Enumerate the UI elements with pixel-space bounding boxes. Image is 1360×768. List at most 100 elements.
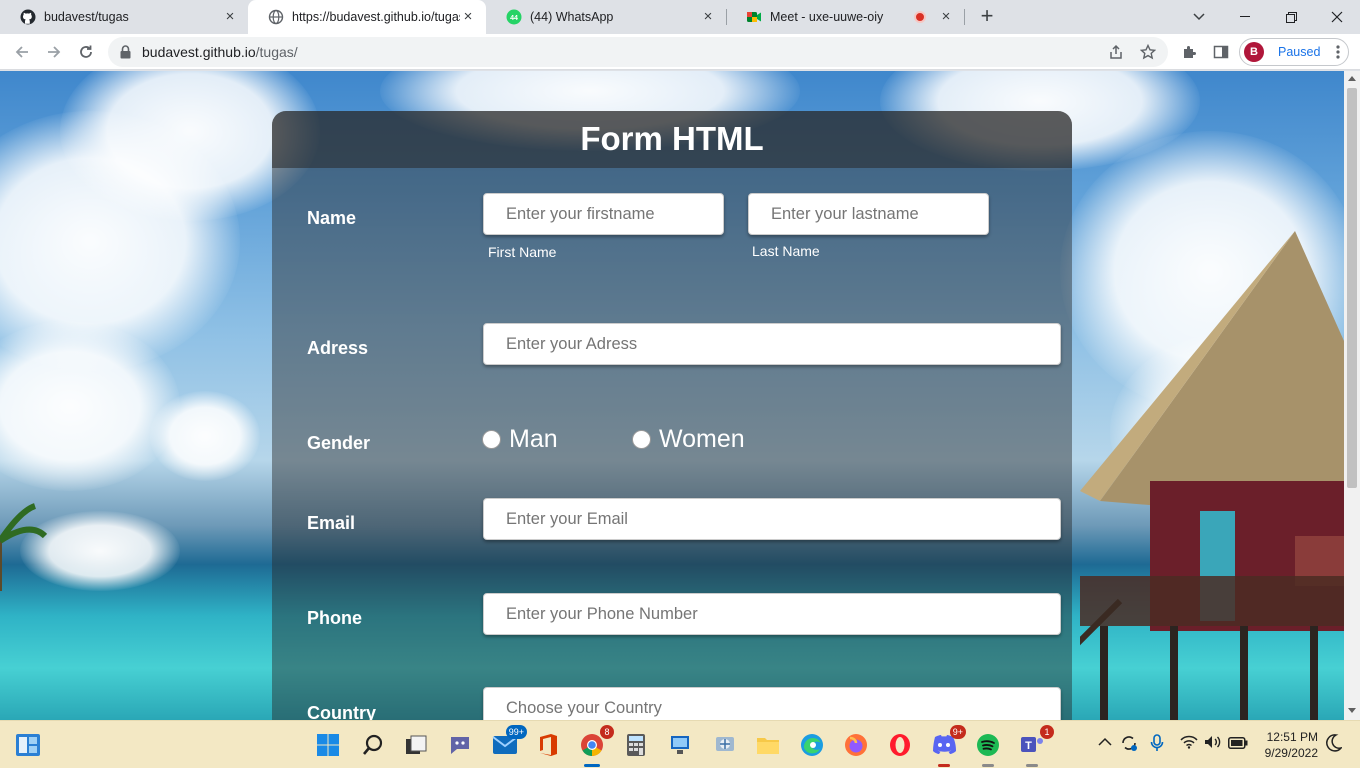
opera-icon[interactable] <box>884 729 916 761</box>
running-indicator <box>1026 764 1038 767</box>
office-icon[interactable] <box>532 729 564 761</box>
close-icon[interactable]: × <box>700 9 716 25</box>
back-arrow-icon[interactable] <box>10 40 34 64</box>
system-clock[interactable]: 12:51 PM 9/29/2022 <box>1252 729 1318 761</box>
tab-meet[interactable]: Meet - uxe-uuwe-oiy × <box>726 0 964 34</box>
tab-title: (44) WhatsApp <box>530 10 614 24</box>
tab-separator <box>964 9 965 25</box>
close-icon[interactable]: × <box>460 9 476 25</box>
restore-icon[interactable] <box>1268 0 1314 34</box>
radio-circle[interactable] <box>482 430 501 449</box>
phone-input[interactable] <box>483 593 1061 635</box>
file-explorer-icon[interactable] <box>752 729 784 761</box>
running-indicator <box>584 764 600 767</box>
palm-tree-image <box>0 503 48 591</box>
gender-radio-man[interactable]: Man <box>482 425 558 454</box>
country-label: Country <box>307 703 376 720</box>
extensions-puzzle-icon[interactable] <box>1178 41 1200 63</box>
svg-text:T: T <box>1025 740 1032 752</box>
close-icon[interactable]: × <box>222 9 238 25</box>
battery-icon[interactable] <box>1228 736 1248 752</box>
beach-hut-image <box>1080 231 1344 720</box>
control-panel-icon[interactable] <box>709 729 741 761</box>
radio-label: Women <box>659 425 745 453</box>
firstname-sublabel: First Name <box>488 244 557 260</box>
lastname-sublabel: Last Name <box>752 243 820 259</box>
chrome-badge: 8 <box>600 725 614 739</box>
discord-icon[interactable]: 9+ <box>928 725 966 767</box>
widgets-icon[interactable] <box>12 729 44 761</box>
address-bar[interactable]: budavest.github.io/tugas/ <box>108 37 1168 67</box>
country-input[interactable] <box>483 687 1061 720</box>
meet-icon <box>746 9 762 25</box>
forward-arrow-icon[interactable] <box>42 40 66 64</box>
close-icon[interactable]: × <box>938 9 954 25</box>
teams-icon[interactable]: T 1 <box>1016 725 1054 767</box>
volume-icon[interactable] <box>1204 735 1222 752</box>
tab-active-page[interactable]: https://budavest.github.io/tugas/ × <box>248 0 486 34</box>
page-viewport: Form HTML Name First Name Last Name Adre… <box>0 71 1344 720</box>
form-header: Form HTML <box>272 111 1072 168</box>
windows-taskbar: 99+ 8 9+ T 1 12:51 PM 9/29/2022 <box>0 720 1360 768</box>
url-text: budavest.github.io/tugas/ <box>142 44 298 60</box>
form-card: Form HTML Name First Name Last Name Adre… <box>272 111 1072 720</box>
tab-whatsapp[interactable]: 44 (44) WhatsApp × <box>486 0 726 34</box>
lastname-input[interactable] <box>748 193 989 235</box>
github-icon <box>20 9 36 25</box>
firstname-input[interactable] <box>483 193 724 235</box>
teams-badge: 1 <box>1040 725 1054 739</box>
minimize-icon[interactable] <box>1222 0 1268 34</box>
form-title: Form HTML <box>580 120 764 157</box>
microphone-icon[interactable] <box>1150 734 1164 755</box>
address-label: Adress <box>307 338 369 358</box>
name-label: Name <box>307 208 357 228</box>
more-menu-icon[interactable] <box>1327 41 1349 63</box>
svg-text:44: 44 <box>510 15 518 22</box>
calculator-icon[interactable] <box>620 729 652 761</box>
remote-desktop-icon[interactable] <box>665 729 697 761</box>
new-tab-button[interactable]: + <box>976 5 998 28</box>
search-icon[interactable] <box>357 729 389 761</box>
show-hidden-icons-chevron-icon[interactable] <box>1098 734 1112 750</box>
tab-github[interactable]: budavest/tugas × <box>0 0 248 34</box>
mail-icon[interactable]: 99+ <box>489 725 527 761</box>
email-input[interactable] <box>483 498 1061 540</box>
discord-badge: 9+ <box>949 725 966 739</box>
scroll-up-icon[interactable] <box>1348 76 1356 81</box>
address-input[interactable] <box>483 323 1061 365</box>
bookmark-star-icon[interactable] <box>1137 41 1159 63</box>
reload-icon[interactable] <box>74 40 98 64</box>
edge-icon[interactable] <box>796 729 828 761</box>
firefox-icon[interactable] <box>840 729 872 761</box>
profile-status: Paused <box>1278 45 1321 59</box>
globe-icon <box>268 9 284 25</box>
lock-icon <box>120 45 131 64</box>
side-panel-icon[interactable] <box>1210 41 1232 63</box>
avatar: B <box>1244 42 1264 62</box>
teams-chat-icon[interactable] <box>444 729 476 761</box>
tab-strip: budavest/tugas × https://budavest.github… <box>0 0 1360 34</box>
email-label: Email <box>307 513 356 533</box>
radio-label: Man <box>509 425 558 453</box>
url-path: /tugas/ <box>255 44 298 60</box>
sync-icon[interactable] <box>1120 734 1138 755</box>
radio-circle[interactable] <box>632 430 651 449</box>
start-windows-icon[interactable] <box>312 729 344 761</box>
spotify-icon[interactable] <box>972 729 1004 767</box>
wifi-icon[interactable] <box>1180 735 1198 752</box>
scroll-down-icon[interactable] <box>1348 708 1356 713</box>
page-scrollbar[interactable] <box>1344 71 1360 720</box>
scrollbar-thumb[interactable] <box>1347 88 1357 488</box>
chrome-icon[interactable]: 8 <box>576 725 614 767</box>
clock-time: 12:51 PM <box>1266 730 1318 744</box>
window-close-icon[interactable] <box>1314 0 1360 34</box>
share-icon[interactable] <box>1105 41 1127 63</box>
whatsapp-icon: 44 <box>506 9 522 25</box>
tab-search-chevron-icon[interactable] <box>1176 0 1222 34</box>
gender-label: Gender <box>307 433 371 453</box>
gender-radio-women[interactable]: Women <box>632 425 745 454</box>
running-indicator <box>938 764 950 767</box>
notifications-moon-icon[interactable] <box>1326 734 1344 755</box>
url-host: budavest.github.io <box>142 44 256 60</box>
task-view-icon[interactable] <box>400 729 432 761</box>
